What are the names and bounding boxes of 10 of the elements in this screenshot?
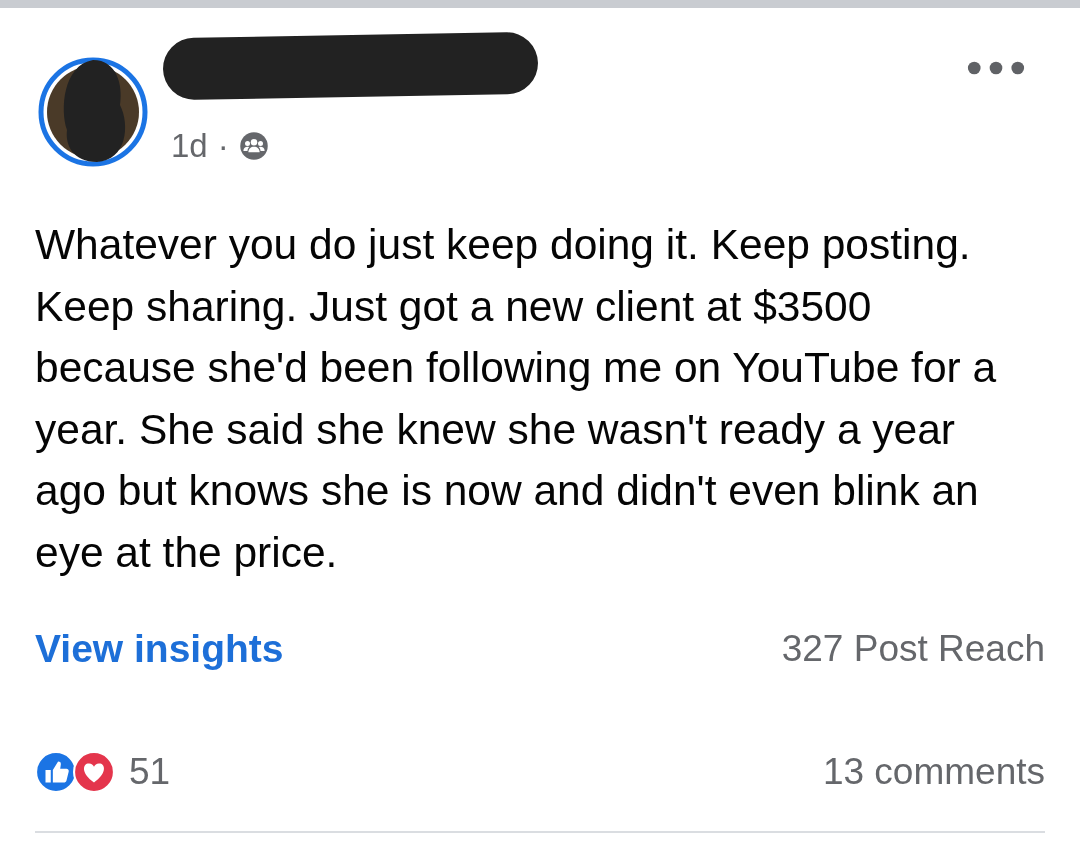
reaction-count[interactable]: 51 [129,751,171,793]
post-text: Whatever you do just keep doing it. Keep posting. Keep sharing. Just got a new client at $3500 because she'd been following me on YouTube for a year. She said she knew she wasn't ready a year ago but knows she is now and didn't even blink an eye at the price. [35,220,998,578]
separator-dot: · [217,127,229,165]
post-reach: 327 Post Reach [781,628,1045,670]
group-icon [238,131,269,161]
view-insights-link[interactable]: View insights [35,627,284,671]
post-time: 1d [171,127,208,165]
more-options-icon[interactable] [967,60,1025,76]
comment-count[interactable]: 13 comments [822,751,1045,793]
like-icon [35,751,77,793]
